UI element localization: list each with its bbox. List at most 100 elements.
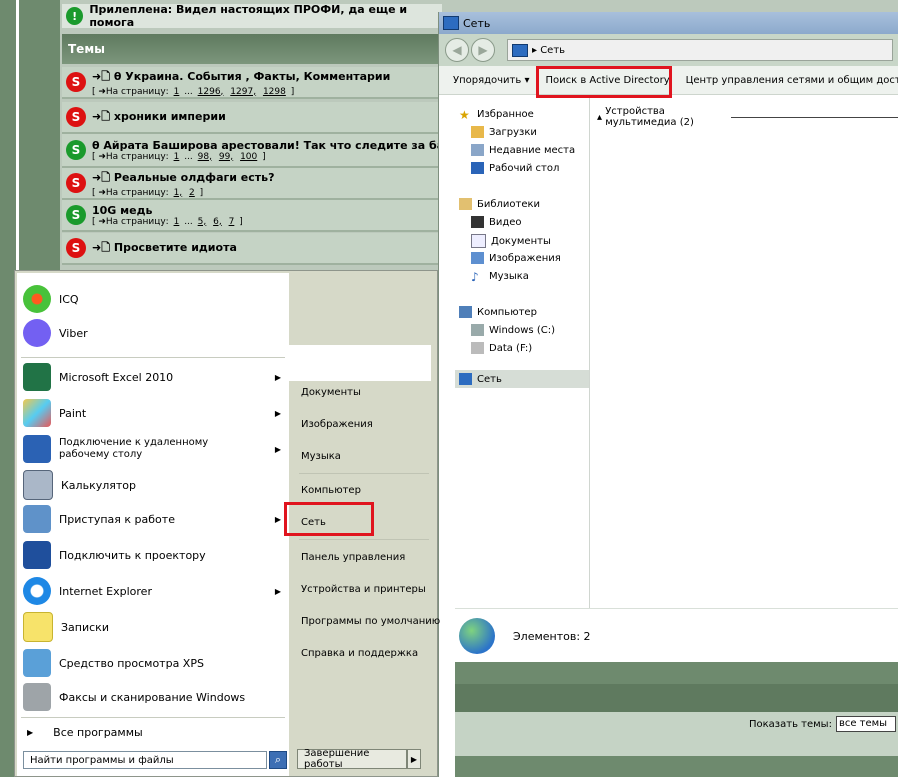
nav-images[interactable]: Изображения bbox=[471, 252, 561, 264]
computer-icon bbox=[459, 306, 472, 318]
forward-button[interactable]: ▶ bbox=[471, 38, 495, 62]
place-images[interactable]: Изображения bbox=[301, 419, 431, 430]
topic-title[interactable]: ➜🗋 Просветите идиота bbox=[92, 239, 237, 258]
program-xps-viewer[interactable]: Средство просмотра XPS bbox=[17, 647, 289, 679]
topic-row[interactable]: S 10G медь [ ➜На страницу: 1 ... 5, 6, 7… bbox=[62, 200, 442, 232]
topic-title[interactable]: ➜🗋 θ Украина. События , Факты, Комментар… bbox=[92, 68, 390, 87]
nav-video[interactable]: Видео bbox=[471, 216, 522, 228]
program-projector[interactable]: Подключить к проектору bbox=[17, 539, 289, 571]
place-music[interactable]: Музыка bbox=[301, 451, 431, 462]
program-sticky-notes[interactable]: Записки bbox=[17, 611, 289, 643]
all-programs-item[interactable]: ▶ Все программы bbox=[17, 719, 289, 745]
program-excel[interactable]: Microsoft Excel 2010 ▶ bbox=[17, 361, 289, 393]
program-paint[interactable]: Paint ▶ bbox=[17, 397, 289, 429]
fax-scan-icon bbox=[23, 683, 51, 711]
place-network[interactable]: Сеть bbox=[301, 517, 431, 528]
place-control-panel[interactable]: Панель управления bbox=[301, 552, 431, 563]
nav-drive-f[interactable]: Data (F:) bbox=[471, 342, 532, 354]
topic-title[interactable]: ➜🗋 Реальные олдфаги есть? bbox=[92, 169, 275, 188]
nav-downloads[interactable]: Загрузки bbox=[471, 126, 537, 138]
address-bar[interactable]: ▸ Сеть bbox=[507, 39, 893, 61]
program-internet-explorer[interactable]: Internet Explorer ▶ bbox=[17, 575, 289, 607]
place-documents[interactable]: Документы bbox=[301, 387, 431, 398]
getting-started-icon bbox=[23, 505, 51, 533]
star-icon: ★ bbox=[459, 108, 470, 122]
program-fax-scan[interactable]: Факсы и сканирование Windows bbox=[17, 681, 289, 713]
topic-row[interactable]: S ➜🗋 θ Украина. События , Факты, Коммент… bbox=[62, 67, 442, 99]
explorer-window: Сеть ◀ ▶ ▸ Сеть Упорядочить ▾ Поиск в Ac… bbox=[438, 12, 898, 777]
page-link[interactable]: 6, bbox=[213, 217, 222, 227]
item-count: Элементов: 2 bbox=[513, 629, 591, 643]
topic-title[interactable]: θ Айрата Баширова арестовали! Так что сл… bbox=[92, 139, 451, 152]
page-link[interactable]: 1296, bbox=[198, 87, 224, 97]
show-topics-select[interactable]: все темы bbox=[835, 716, 896, 732]
command-bar: Упорядочить ▾ Поиск в Active Directory Ц… bbox=[439, 66, 898, 95]
page-link[interactable]: 1297, bbox=[230, 87, 256, 97]
page-link[interactable]: 1 bbox=[174, 152, 180, 162]
group-header[interactable]: ▴ Устройства мультимедиа (2) bbox=[597, 106, 898, 128]
topic-row[interactable]: S ➜🗋 хроники империи bbox=[62, 102, 442, 134]
program-remote-desktop[interactable]: Подключение к удаленному рабочему столу … bbox=[17, 431, 289, 467]
topic-status-icon: S bbox=[66, 238, 86, 258]
program-icq[interactable]: ICQ bbox=[17, 283, 289, 315]
topic-status-icon: S bbox=[66, 72, 86, 92]
menu-divider bbox=[21, 717, 285, 718]
page-link[interactable]: 1 bbox=[174, 217, 180, 227]
page-link[interactable]: 7 bbox=[229, 217, 235, 227]
topic-row[interactable]: S ➜🗋 Просветите идиота bbox=[62, 233, 442, 265]
explorer-titlebar[interactable]: Сеть bbox=[439, 12, 898, 34]
shutdown-options-button[interactable]: ▶ bbox=[407, 749, 421, 769]
place-devices-printers[interactable]: Устройства и принтеры bbox=[301, 584, 431, 595]
back-button[interactable]: ◀ bbox=[445, 38, 469, 62]
topic-title[interactable]: 10G медь bbox=[92, 204, 243, 217]
program-viber[interactable]: Viber bbox=[17, 317, 289, 349]
page-link[interactable]: 1298 bbox=[263, 87, 286, 97]
program-label: Paint bbox=[59, 406, 87, 420]
place-default-programs[interactable]: Программы по умолчанию bbox=[301, 616, 440, 627]
program-getting-started[interactable]: Приступая к работе ▶ bbox=[17, 503, 289, 535]
page-link[interactable]: 1, bbox=[174, 188, 183, 198]
pages-prefix: [ ➜На страницу: bbox=[92, 216, 169, 227]
nav-computer[interactable]: Компьютер bbox=[459, 306, 537, 318]
organize-label: Упорядочить bbox=[453, 74, 522, 86]
nav-favorites[interactable]: ★ Избранное bbox=[459, 108, 534, 122]
network-center-button[interactable]: Центр управления сетями и общим доступом bbox=[680, 75, 898, 86]
topic-title[interactable]: ➜🗋 хроники империи bbox=[92, 108, 226, 127]
places-divider bbox=[299, 473, 429, 474]
page-link[interactable]: 2 bbox=[189, 188, 195, 198]
organize-button[interactable]: Упорядочить ▾ bbox=[439, 75, 535, 86]
nav-desktop[interactable]: Рабочий стол bbox=[471, 162, 559, 174]
shutdown-button[interactable]: Завершение работы bbox=[297, 748, 407, 770]
page-link[interactable]: 99, bbox=[219, 152, 233, 162]
nav-libraries[interactable]: Библиотеки bbox=[459, 198, 540, 210]
nav-music[interactable]: ♪ Музыка bbox=[471, 270, 529, 284]
nav-documents[interactable]: Документы bbox=[471, 234, 551, 248]
nav-label: Избранное bbox=[477, 108, 534, 120]
icq-icon bbox=[23, 285, 51, 313]
search-icon[interactable]: ⌕ bbox=[269, 751, 287, 769]
pinned-icon: ! bbox=[66, 7, 84, 25]
nav-drive-c[interactable]: Windows (C:) bbox=[471, 324, 555, 336]
sticky-notes-icon bbox=[23, 612, 53, 642]
program-calculator[interactable]: Калькулятор bbox=[17, 469, 289, 501]
nav-network[interactable]: Сеть bbox=[455, 370, 589, 388]
search-ad-button[interactable]: Поиск в Active Directory bbox=[535, 75, 679, 86]
pinned-title[interactable]: Прилеплена: Видел настоящих ПРОФИ, да ещ… bbox=[89, 3, 442, 29]
submenu-arrow-icon: ▶ bbox=[274, 514, 281, 524]
pages-prefix: [ ➜На страницу: bbox=[92, 151, 169, 162]
page-link[interactable]: 98, bbox=[198, 152, 212, 162]
viber-icon bbox=[23, 319, 51, 347]
page-link[interactable]: 100 bbox=[240, 152, 257, 162]
place-computer[interactable]: Компьютер bbox=[301, 485, 431, 496]
topic-row[interactable]: S ➜🗋 Реальные олдфаги есть? [ ➜На страни… bbox=[62, 168, 442, 200]
search-input[interactable]: Найти программы и файлы bbox=[23, 751, 267, 769]
topic-pages: [ ➜На страницу: 1 ... 1296, 1297, 1298 ] bbox=[92, 86, 295, 97]
pinned-topic[interactable]: ! Прилеплена: Видел настоящих ПРОФИ, да … bbox=[62, 3, 442, 29]
program-label: Средство просмотра XPS bbox=[59, 656, 204, 670]
topic-row[interactable]: S θ Айрата Баширова арестовали! Так что … bbox=[62, 134, 451, 168]
pages-ellipsis: ... bbox=[184, 151, 193, 162]
nav-recent[interactable]: Недавние места bbox=[471, 144, 575, 156]
page-link[interactable]: 5, bbox=[198, 217, 207, 227]
page-link[interactable]: 1 bbox=[174, 87, 180, 97]
place-help-support[interactable]: Справка и поддержка bbox=[301, 648, 431, 659]
